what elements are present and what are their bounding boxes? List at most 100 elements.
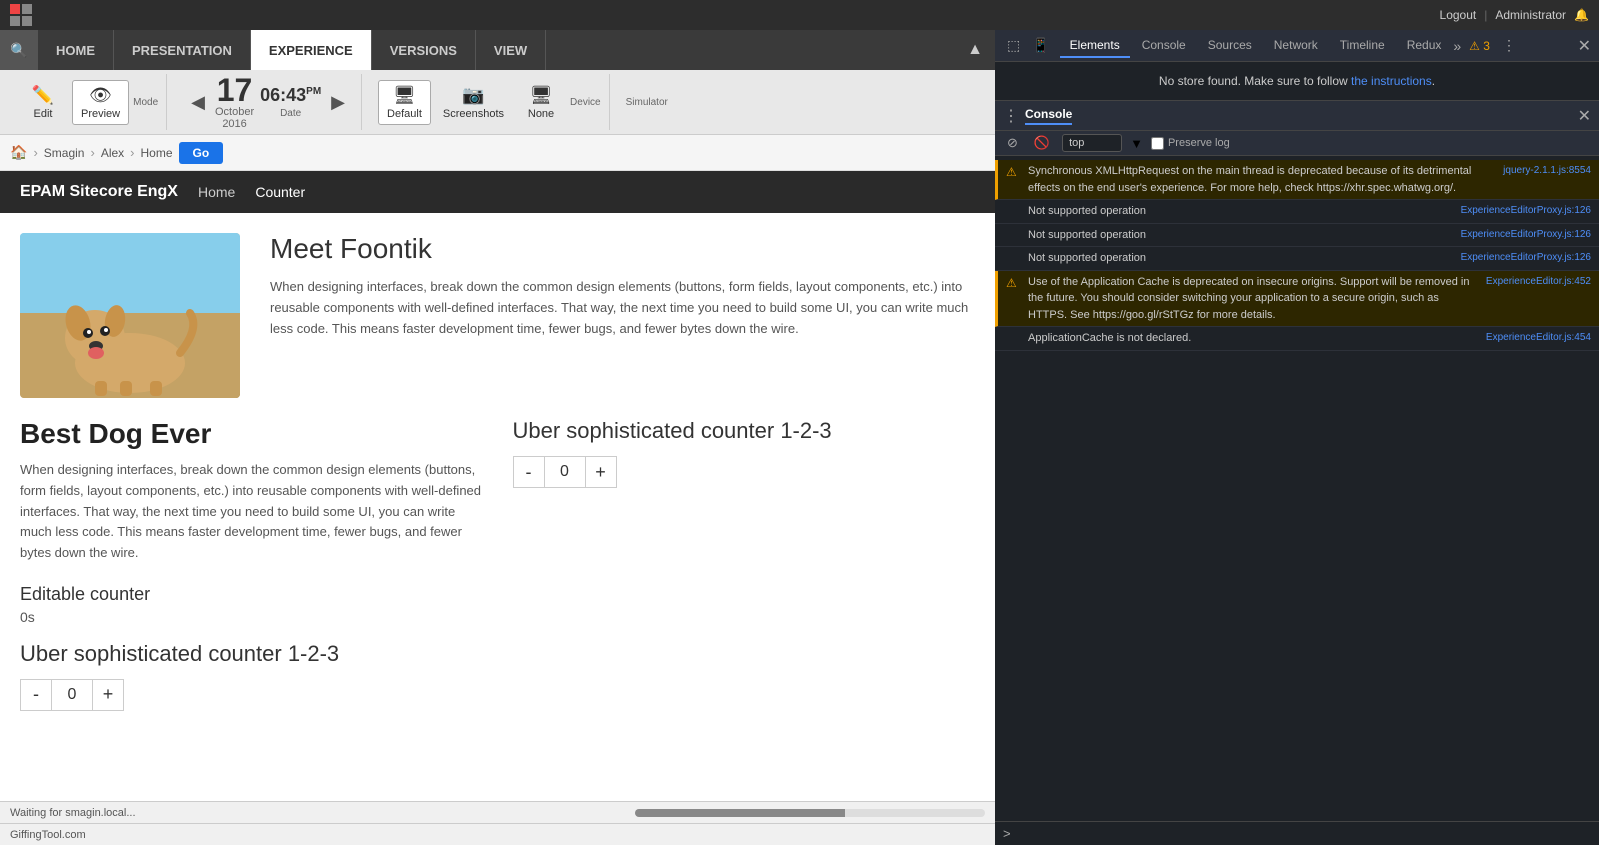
site-nav: EPAM Sitecore EngX Home Counter: [0, 171, 995, 213]
status-text: Waiting for smagin.local...: [10, 807, 635, 819]
devtools-tab-console[interactable]: Console: [1132, 34, 1196, 58]
devtools-device-icon[interactable]: 📱: [1028, 35, 1053, 56]
console-msg-link-2[interactable]: ExperienceEditorProxy.js:126: [1461, 203, 1591, 220]
date-month-year: October2016: [215, 106, 254, 130]
console-msg-link-5[interactable]: ExperienceEditor.js:452: [1486, 274, 1591, 324]
default-device-label: Default: [387, 108, 422, 120]
preview-button[interactable]: 👁 Preview: [72, 80, 129, 125]
cms-panel: 🔍 HOME PRESENTATION EXPERIENCE VERSIONS …: [0, 30, 995, 845]
nav-item-home[interactable]: HOME: [38, 30, 114, 70]
home-icon: 🏠: [10, 144, 27, 161]
screenshots-button[interactable]: 📷 Screenshots: [435, 81, 512, 124]
no-store-text: No store found. Make sure to follow: [1159, 74, 1351, 88]
console-clear-button[interactable]: 🚫: [1030, 133, 1054, 153]
cms-nav: 🔍 HOME PRESENTATION EXPERIENCE VERSIONS …: [0, 30, 995, 70]
right-counter-plus-button[interactable]: +: [585, 456, 617, 488]
console-msg-link-1[interactable]: jquery-2.1.1.js:8554: [1503, 163, 1591, 196]
console-msg-text-3: Not supported operation: [1028, 227, 1453, 244]
screenshots-icon: 📷: [462, 85, 484, 106]
date-prev-button[interactable]: ◀: [187, 88, 209, 117]
status-progress: [635, 809, 985, 817]
pipe: |: [1484, 8, 1487, 22]
console-close-button[interactable]: ✕: [1578, 106, 1591, 126]
right-counter-value: 0: [545, 456, 585, 488]
console-msg-link-6[interactable]: ExperienceEditor.js:454: [1486, 330, 1591, 347]
breadcrumb-alex[interactable]: Alex: [101, 146, 124, 160]
date-time: 06:43PM: [260, 85, 321, 106]
right-sophisticated-title: Uber sophisticated counter 1-2-3: [513, 418, 976, 444]
devtools-tab-elements[interactable]: Elements: [1060, 34, 1130, 58]
date-next-button[interactable]: ▶: [327, 88, 349, 117]
search-button[interactable]: 🔍: [0, 30, 38, 70]
site-nav-counter[interactable]: Counter: [255, 184, 305, 200]
breadcrumb-smagin[interactable]: Smagin: [44, 146, 85, 160]
console-msg-text-6: ApplicationCache is not declared.: [1028, 330, 1478, 347]
preserve-log-checkbox[interactable]: [1151, 137, 1164, 150]
cms-nav-items: HOME PRESENTATION EXPERIENCE VERSIONS VI…: [38, 30, 546, 70]
devtools-tab-network[interactable]: Network: [1264, 34, 1328, 58]
status-bar: Waiting for smagin.local...: [0, 801, 995, 823]
left-counter-minus-button[interactable]: -: [20, 679, 52, 711]
console-stop-button[interactable]: ⊘: [1003, 133, 1022, 153]
console-input[interactable]: [1017, 827, 1591, 841]
left-column: Best Dog Ever When designing interfaces,…: [20, 418, 483, 711]
nav-item-experience[interactable]: EXPERIENCE: [251, 30, 372, 70]
hero-image: [20, 233, 240, 398]
edit-button[interactable]: ✏️ Edit: [18, 81, 68, 124]
devtools-tab-timeline[interactable]: Timeline: [1330, 34, 1395, 58]
hero-section: Meet Foontik When designing interfaces, …: [20, 233, 975, 398]
left-counter-plus-button[interactable]: +: [92, 679, 124, 711]
none-button[interactable]: 🖥 None: [516, 81, 566, 124]
edit-label: Edit: [34, 108, 53, 120]
console-options-icon[interactable]: ⋮: [1003, 106, 1019, 126]
content-columns: Best Dog Ever When designing interfaces,…: [20, 418, 975, 711]
breadcrumb-go-button[interactable]: Go: [179, 142, 224, 164]
devtools-panel: ⬚ 📱 Elements Console Sources Network Tim…: [995, 30, 1599, 845]
devtools-inspect-icon[interactable]: ⬚: [1003, 35, 1024, 56]
collapse-nav-icon[interactable]: ▲: [965, 40, 985, 60]
device-group: 🖥 Default 📷 Screenshots 🖥 None Device: [370, 74, 610, 130]
left-col-text: When designing interfaces, break down th…: [20, 460, 483, 564]
preview-label: Preview: [81, 108, 120, 120]
console-message-4: Not supported operation ExperienceEditor…: [995, 247, 1599, 271]
right-counter-minus-button[interactable]: -: [513, 456, 545, 488]
browser-grid-icon[interactable]: [10, 4, 32, 26]
date-section: ◀ 17 October2016 06:43PM Date ▶: [175, 74, 362, 130]
console-filter-input[interactable]: [1062, 134, 1122, 152]
breadcrumb-home[interactable]: Home: [141, 146, 173, 160]
instructions-link[interactable]: the instructions: [1351, 74, 1432, 88]
devtools-close-button[interactable]: ✕: [1578, 36, 1591, 56]
info-icon-4: [1006, 250, 1020, 267]
console-header: ⋮ Console ✕: [995, 101, 1599, 131]
mode-label: Mode: [133, 97, 158, 108]
cms-content: Meet Foontik When designing interfaces, …: [0, 213, 995, 801]
info-icon-6: [1006, 330, 1020, 347]
devtools-more-tabs-icon[interactable]: »: [1453, 38, 1461, 54]
nav-item-versions[interactable]: VERSIONS: [372, 30, 476, 70]
default-device-button[interactable]: 🖥 Default: [378, 80, 431, 125]
console-msg-link-3[interactable]: ExperienceEditorProxy.js:126: [1461, 227, 1591, 244]
warning-triangle-icon-5: ⚠: [1006, 274, 1020, 324]
devtools-warning-badge: ⚠ 3: [1463, 37, 1496, 55]
console-msg-link-4[interactable]: ExperienceEditorProxy.js:126: [1461, 250, 1591, 267]
main-layout: 🔍 HOME PRESENTATION EXPERIENCE VERSIONS …: [0, 30, 1599, 845]
devtools-options-button[interactable]: ⋮: [1498, 35, 1520, 56]
console-msg-text-5: Use of the Application Cache is deprecat…: [1028, 274, 1478, 324]
nav-item-presentation[interactable]: PRESENTATION: [114, 30, 251, 70]
hero-description: When designing interfaces, break down th…: [270, 277, 975, 339]
console-message-5: ⚠ Use of the Application Cache is deprec…: [995, 271, 1599, 328]
site-nav-home[interactable]: Home: [198, 184, 235, 200]
site-brand: EPAM Sitecore EngX: [20, 183, 178, 201]
bottom-url: GiffingTool.com: [0, 829, 96, 841]
logout-link[interactable]: Logout: [1440, 8, 1477, 22]
nav-item-view[interactable]: VIEW: [476, 30, 546, 70]
devtools-tab-redux[interactable]: Redux: [1397, 34, 1452, 58]
devtools-no-store: No store found. Make sure to follow the …: [995, 62, 1599, 100]
console-preserve-log: Preserve log: [1151, 137, 1230, 150]
devtools-tabs: ⬚ 📱 Elements Console Sources Network Tim…: [995, 30, 1599, 62]
none-device-icon: 🖥: [530, 85, 553, 106]
devtools-tab-sources[interactable]: Sources: [1198, 34, 1262, 58]
screenshots-label: Screenshots: [443, 108, 504, 120]
console-filter-arrow[interactable]: ▼: [1130, 136, 1143, 151]
console-prompt: >: [1003, 826, 1011, 841]
